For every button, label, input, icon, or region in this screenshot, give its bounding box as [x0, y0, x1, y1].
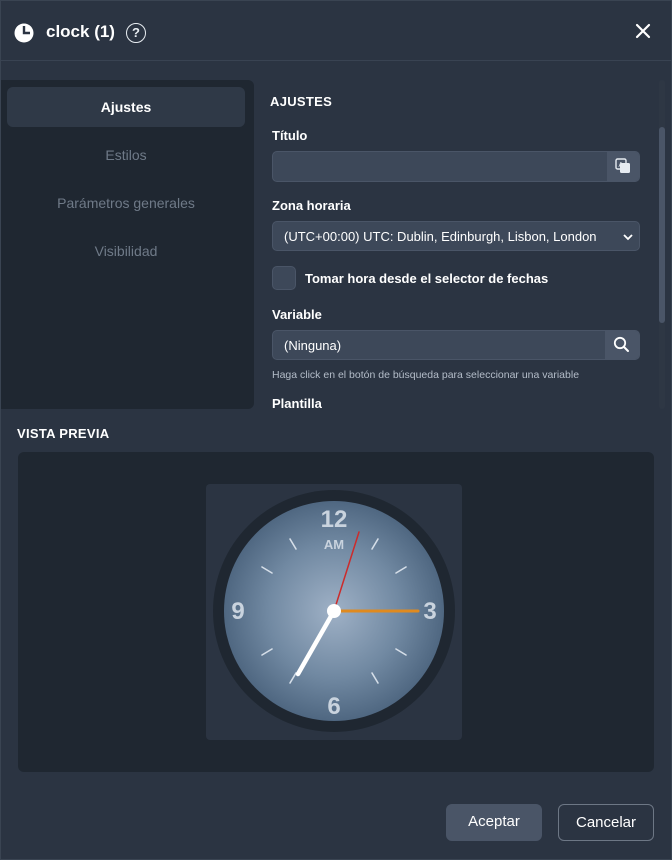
- section-heading: AJUSTES: [270, 94, 333, 109]
- numeral-12: 12: [321, 506, 348, 533]
- clock-settings-dialog: clock (1) ? Ajustes Estilos Parámetros g…: [0, 0, 672, 860]
- dialog-header: clock (1) ?: [1, 1, 671, 61]
- translate-icon: A: [615, 158, 630, 173]
- sidebar-item-visibilidad[interactable]: Visibilidad: [7, 231, 245, 271]
- numeral-3: 3: [423, 598, 436, 625]
- search-icon: [613, 336, 629, 352]
- accept-button[interactable]: Aceptar: [446, 804, 542, 841]
- preview-heading: VISTA PREVIA: [17, 426, 110, 441]
- variable-field[interactable]: (Ninguna): [272, 330, 640, 360]
- settings-panel: AJUSTES Título A Zona horaria (UTC+00:00…: [263, 80, 659, 409]
- settings-sidebar: Ajustes Estilos Parámetros generales Vis…: [1, 80, 254, 409]
- cancel-button[interactable]: Cancelar: [558, 804, 654, 841]
- settings-scrollbar-thumb[interactable]: [659, 127, 665, 323]
- timezone-selected-value: (UTC+00:00) UTC: Dublin, Edinburgh, Lisb…: [284, 229, 597, 244]
- numeral-9: 9: [231, 598, 244, 625]
- timezone-label: Zona horaria: [272, 198, 351, 213]
- sidebar-item-parametros-generales[interactable]: Parámetros generales: [7, 183, 245, 223]
- date-selector-checkbox[interactable]: [272, 266, 296, 290]
- variable-search-button[interactable]: [605, 331, 639, 359]
- title-field[interactable]: A: [272, 151, 640, 182]
- variable-value: (Ninguna): [284, 338, 342, 353]
- clock-icon: [14, 23, 34, 43]
- clock-widget-preview: 12 AM 3 6 9: [206, 484, 462, 740]
- svg-text:A: A: [619, 162, 624, 169]
- variable-hint: Haga click en el botón de búsqueda para …: [272, 369, 580, 381]
- sidebar-item-estilos[interactable]: Estilos: [7, 135, 245, 175]
- clock-center-pin: [327, 604, 341, 618]
- timezone-select[interactable]: (UTC+00:00) UTC: Dublin, Edinburgh, Lisb…: [272, 221, 640, 251]
- variable-label: Variable: [272, 307, 322, 322]
- dialog-title: clock (1): [46, 22, 115, 41]
- sidebar-item-ajustes[interactable]: Ajustes: [7, 87, 245, 127]
- date-selector-label: Tomar hora desde el selector de fechas: [305, 271, 549, 286]
- template-label: Plantilla: [272, 396, 322, 409]
- analog-clock: 12 AM 3 6 9: [213, 490, 455, 732]
- numeral-6: 6: [327, 693, 340, 720]
- chevron-down-icon: [623, 234, 633, 241]
- help-icon[interactable]: ?: [126, 23, 146, 43]
- translate-button[interactable]: A: [607, 152, 639, 181]
- title-label: Título: [272, 128, 308, 143]
- ampm-label: AM: [324, 537, 344, 552]
- close-icon[interactable]: [635, 23, 651, 39]
